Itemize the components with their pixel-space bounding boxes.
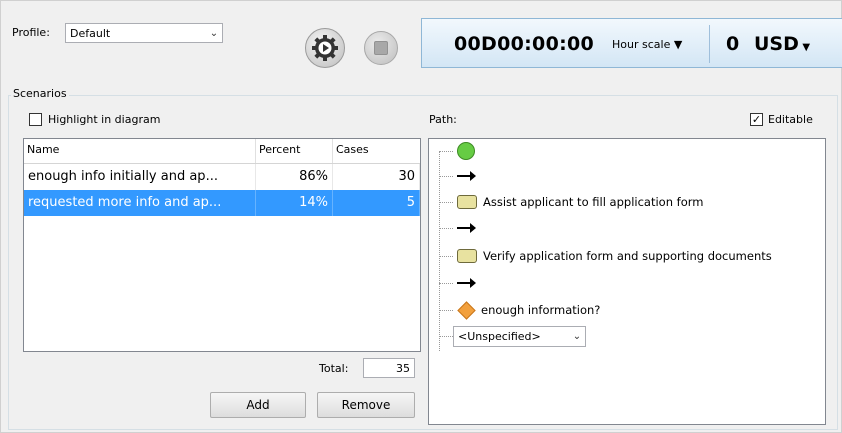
profile-label: Profile:	[12, 26, 50, 39]
table-row[interactable]: enough info initially and ap... 86% 30	[24, 164, 420, 190]
activity-label: Verify application form and supporting d…	[483, 249, 772, 263]
currency-label: USD	[754, 33, 799, 55]
activity-label: Assist applicant to fill application for…	[483, 195, 704, 209]
caret-down-icon: ▼	[673, 38, 683, 51]
task-icon	[457, 249, 477, 263]
gateway-outcome-value: <Unspecified>	[458, 329, 541, 343]
path-item-flow[interactable]	[439, 166, 476, 186]
tree-connector	[439, 227, 453, 229]
time-scale-label: Hour scale	[612, 38, 671, 51]
stop-icon	[374, 41, 388, 55]
scenarios-table: Name Percent Cases enough info initially…	[23, 138, 421, 352]
total-label: Total:	[319, 362, 349, 375]
row-percent: 86%	[256, 164, 333, 190]
tree-connector	[439, 309, 453, 311]
chevron-down-icon: ⌄	[209, 27, 219, 39]
tree-connector	[439, 335, 453, 337]
tree-connector	[439, 255, 453, 257]
remove-button[interactable]: Remove	[317, 392, 415, 418]
tree-connector	[439, 175, 453, 177]
path-item-choice: <Unspecified> ⌄	[439, 325, 586, 347]
cost-value: 0	[726, 33, 740, 55]
scenarios-title: Scenarios	[11, 87, 69, 100]
stop-simulation-button[interactable]	[364, 31, 398, 65]
currency-select[interactable]: USD ▼	[754, 33, 810, 55]
table-row-selected[interactable]: requested more info and ap... 14% 5	[24, 190, 420, 216]
path-tree: Assist applicant to fill application for…	[428, 138, 826, 425]
column-header-name[interactable]: Name	[24, 139, 256, 163]
row-name: requested more info and ap...	[24, 190, 256, 216]
table-header: Name Percent Cases	[24, 139, 420, 164]
timer-value: 00D00:00:00	[454, 33, 595, 55]
timer-separator	[709, 25, 710, 63]
path-item-flow[interactable]	[439, 218, 476, 238]
row-name: enough info initially and ap...	[24, 164, 256, 190]
simulation-timer: 00D00:00:00 Hour scale ▼ 0 USD ▼	[421, 18, 842, 68]
task-icon	[457, 195, 477, 209]
path-item-start[interactable]	[439, 141, 475, 161]
gateway-label: enough information?	[481, 303, 601, 317]
caret-down-icon: ▼	[798, 42, 811, 53]
run-simulation-button[interactable]	[305, 28, 345, 68]
editable-label: Editable	[768, 113, 813, 126]
gateway-icon	[457, 300, 476, 320]
tree-connector	[439, 150, 453, 152]
tree-connector	[439, 201, 453, 203]
profile-select[interactable]: Default ⌄	[65, 23, 223, 43]
row-percent: 14%	[256, 190, 333, 216]
simulation-panel: Profile: Default ⌄ 00D00:00:00 Hour scal…	[0, 0, 842, 433]
time-scale-select[interactable]: Hour scale ▼	[612, 38, 682, 51]
sequence-flow-icon	[457, 223, 476, 233]
sequence-flow-icon	[457, 278, 476, 288]
path-item-activity[interactable]: Assist applicant to fill application for…	[439, 192, 703, 212]
highlight-checkbox[interactable]	[29, 113, 42, 126]
chevron-down-icon: ⌄	[572, 330, 582, 342]
editable-checkbox[interactable]: ✓	[750, 113, 763, 126]
tree-connector	[439, 282, 453, 284]
profile-value: Default	[70, 26, 111, 40]
gateway-outcome-select[interactable]: <Unspecified> ⌄	[453, 325, 586, 347]
row-cases: 5	[333, 190, 420, 216]
sequence-flow-icon	[457, 171, 476, 181]
path-item-flow[interactable]	[439, 273, 476, 293]
row-cases: 30	[333, 164, 420, 190]
start-event-icon	[457, 142, 475, 160]
path-item-activity[interactable]: Verify application form and supporting d…	[439, 246, 772, 266]
column-header-cases[interactable]: Cases	[333, 139, 420, 163]
gear-play-icon	[312, 35, 338, 61]
column-header-percent[interactable]: Percent	[256, 139, 333, 163]
add-button[interactable]: Add	[210, 392, 306, 418]
path-label: Path:	[429, 113, 457, 126]
highlight-label: Highlight in diagram	[48, 113, 161, 126]
path-item-gateway[interactable]: enough information?	[439, 300, 600, 320]
total-field: 35	[363, 358, 415, 378]
